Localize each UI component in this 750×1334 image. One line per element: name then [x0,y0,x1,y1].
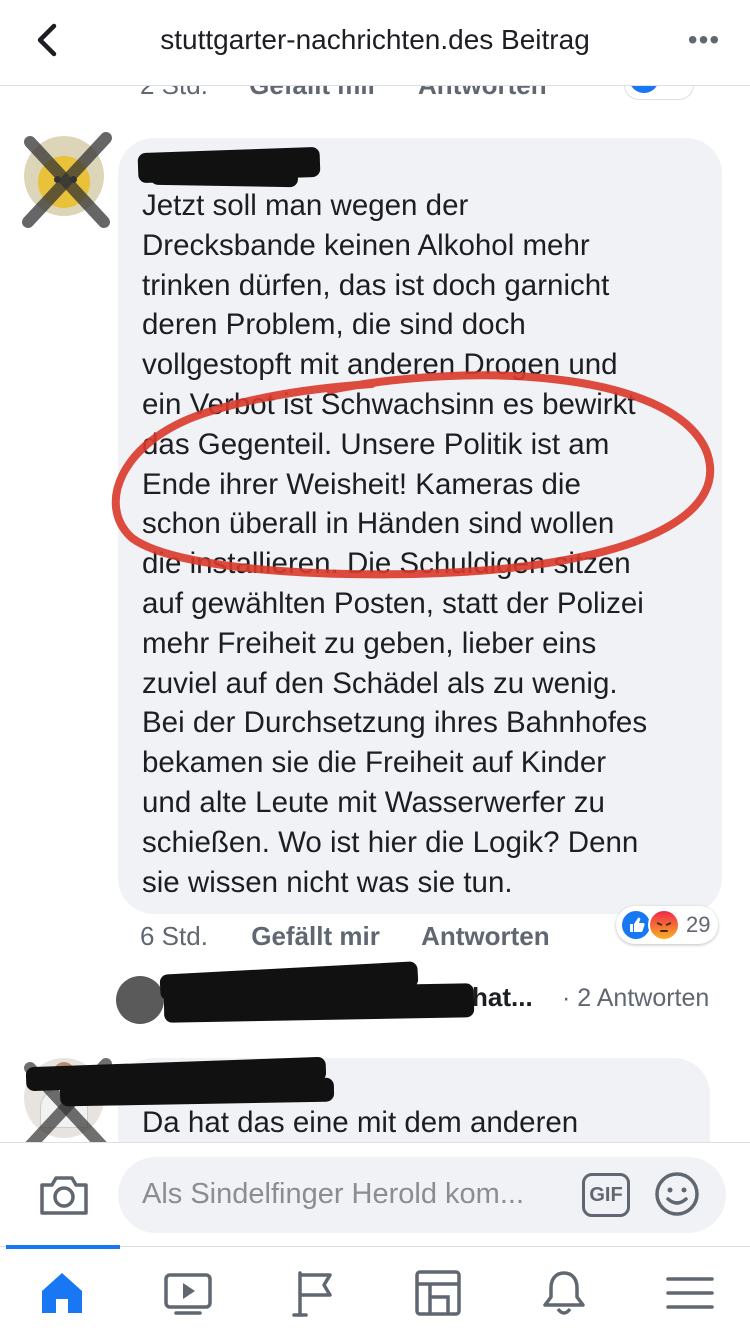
menu-icon [666,1277,714,1309]
comment-input[interactable]: Als Sindelfinger Herold kom... GIF [118,1157,726,1233]
pages-flag-icon [292,1271,332,1317]
reply-button[interactable]: Antworten [421,918,550,954]
gif-button[interactable]: GIF [582,1173,630,1217]
active-tab-indicator [6,1245,120,1249]
comment-text: Da hat das eine mit dem anderen [142,1106,579,1139]
nav-notifications[interactable] [538,1267,590,1319]
avatar-redaction-x [22,132,112,228]
nav-video[interactable] [162,1267,214,1319]
red-highlight-circle [111,371,715,579]
emoji-button[interactable] [654,1171,700,1217]
angry-icon [648,909,680,941]
bottom-navigation [0,1245,750,1334]
comment-time: 6 Std. [140,921,208,951]
home-icon [42,1273,82,1313]
reaction-count: 29 [686,912,711,937]
camera-icon [40,1176,88,1215]
marketplace-icon [415,1270,461,1316]
notifications-bell-icon [543,1271,585,1315]
nav-pages[interactable] [288,1267,340,1319]
smiley-icon [655,1172,699,1216]
nav-marketplace[interactable] [412,1267,464,1319]
reply-author-avatar[interactable] [116,976,164,1024]
more-options-button[interactable]: ••• [684,24,724,56]
reactions-badge[interactable]: 29 [616,906,719,944]
camera-button[interactable] [38,1173,90,1217]
comment-meta: 6 Std. Gefällt mir Antworten [140,918,550,954]
nav-menu[interactable] [664,1267,716,1319]
nav-home[interactable] [36,1267,88,1319]
page-title: stuttgarter-nachrichten.des Beitrag [160,24,590,55]
comment-composer: Als Sindelfinger Herold kom... GIF [0,1142,750,1246]
replies-count-link[interactable]: · 2 Antworten [562,984,709,1013]
comment-input-placeholder: Als Sindelfinger Herold kom... [142,1178,524,1210]
like-button[interactable]: Gefällt mir [251,918,380,954]
video-icon [164,1273,212,1315]
top-bar: stuttgarter-nachrichten.des Beitrag ••• [0,0,750,86]
